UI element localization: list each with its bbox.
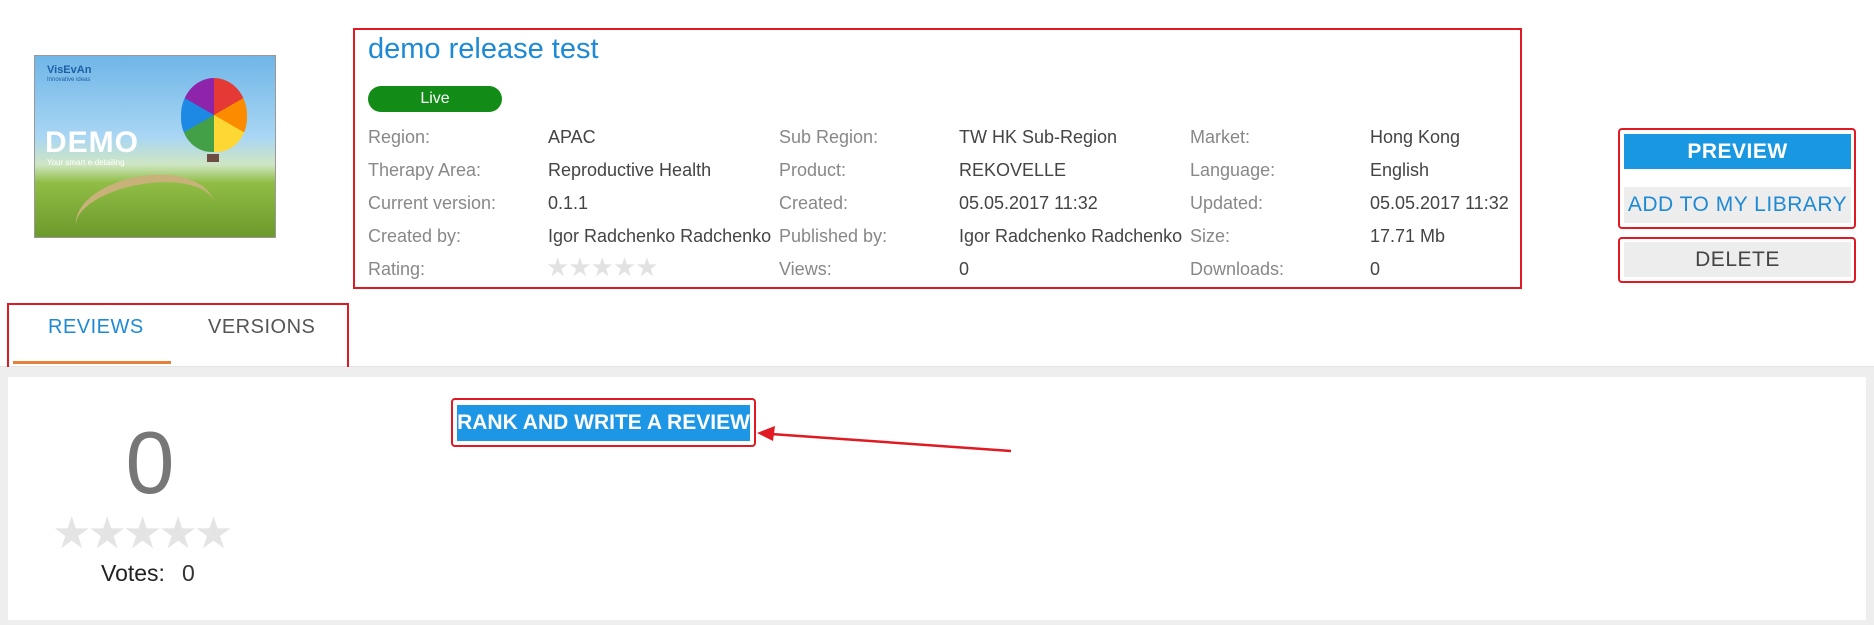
- views-label: Views:: [779, 259, 832, 279]
- asset-thumbnail[interactable]: VisEvAn Innovative ideas DEMO Your smart…: [34, 55, 276, 238]
- review-score: 0: [125, 413, 175, 512]
- rating-stars-icon: ★★★★★: [546, 252, 659, 282]
- updated-label: Updated:: [1190, 193, 1264, 213]
- region-value: APAC: [548, 127, 596, 147]
- thumbnail-tagline: Your smart e-detailing: [47, 158, 125, 167]
- downloads-value: 0: [1370, 259, 1381, 279]
- review-stars-icon: ★★★★★: [52, 509, 233, 558]
- sub-region-label: Sub Region:: [779, 127, 879, 147]
- language-value: English: [1370, 160, 1430, 180]
- size-value: 17.71 Mb: [1370, 226, 1446, 246]
- balloon-image: [181, 78, 247, 152]
- created-by-label: Created by:: [368, 226, 462, 246]
- product-value: REKOVELLE: [959, 160, 1067, 180]
- balloon-basket-image: [207, 154, 219, 162]
- reviews-card: [8, 377, 1866, 620]
- tab-versions[interactable]: VERSIONS: [208, 316, 315, 339]
- updated-value: 05.05.2017 11:32: [1370, 193, 1509, 213]
- rating-label: Rating:: [368, 259, 426, 279]
- product-label: Product:: [779, 160, 847, 180]
- active-tab-indicator: [13, 361, 171, 364]
- market-value: Hong Kong: [1370, 127, 1461, 147]
- created-value: 05.05.2017 11:32: [959, 193, 1098, 213]
- therapy-area-label: Therapy Area:: [368, 160, 482, 180]
- region-label: Region:: [368, 127, 431, 147]
- therapy-area-value: Reproductive Health: [548, 160, 712, 180]
- brand-logo-sub: Innovative ideas: [47, 77, 91, 83]
- add-to-library-button[interactable]: ADD TO MY LIBRARY: [1624, 187, 1851, 223]
- annotation-arrow-icon: [757, 426, 1012, 453]
- tab-reviews[interactable]: REVIEWS: [48, 316, 144, 339]
- thumbnail-headline: DEMO: [45, 126, 139, 159]
- created-by-value: Igor Radchenko Radchenko: [548, 226, 772, 246]
- asset-title: demo release test: [368, 33, 599, 65]
- created-label: Created:: [779, 193, 849, 213]
- downloads-label: Downloads:: [1190, 259, 1285, 279]
- rank-and-review-button[interactable]: RANK AND WRITE A REVIEW: [457, 405, 750, 441]
- votes-value: 0: [182, 560, 195, 586]
- size-label: Size:: [1190, 226, 1231, 246]
- market-label: Market:: [1190, 127, 1251, 147]
- sub-region-value: TW HK Sub-Region: [959, 127, 1118, 147]
- published-by-value: Igor Radchenko Radchenko: [959, 226, 1183, 246]
- current-version-label: Current version:: [368, 193, 497, 213]
- road-image: [69, 164, 221, 237]
- status-badge: Live: [368, 86, 502, 112]
- delete-button[interactable]: DELETE: [1624, 242, 1851, 277]
- brand-logo: VisEvAn: [47, 64, 92, 76]
- preview-button[interactable]: PREVIEW: [1624, 134, 1851, 169]
- current-version-value: 0.1.1: [548, 193, 589, 213]
- votes-label: Votes:: [101, 560, 165, 586]
- views-value: 0: [959, 259, 970, 279]
- published-by-label: Published by:: [779, 226, 888, 246]
- language-label: Language:: [1190, 160, 1276, 180]
- asset-info-panel: demo release test Live Region: APAC Sub …: [353, 28, 1522, 289]
